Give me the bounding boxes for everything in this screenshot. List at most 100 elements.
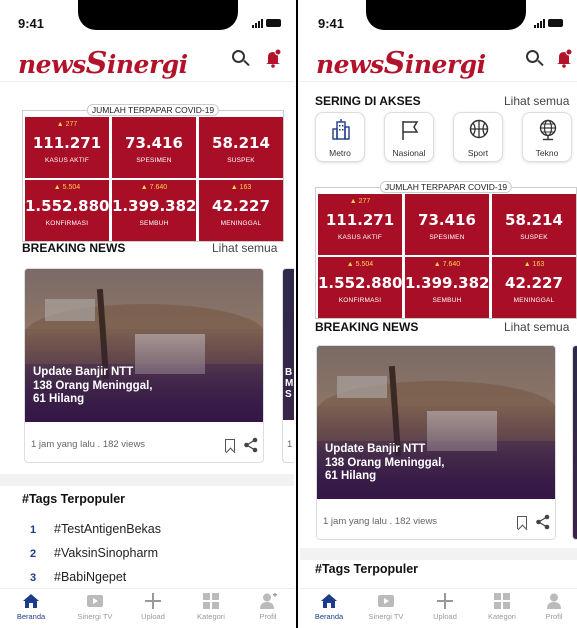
stat-value: 73.416 [125,134,183,152]
stat-cell-suspect: 58.214 SUSPEK [199,117,283,178]
nav-upload[interactable]: Upload [128,593,178,621]
plus-icon [437,593,453,609]
app-header: newsSinergi [0,38,294,82]
covid-caption: JUMLAH TERPAPAR COVID-19 [86,104,220,116]
status-time: 9:41 [18,16,45,31]
nav-kategori[interactable]: Kategori [477,593,527,621]
tag-rank: 2 [30,548,37,560]
stat-delta: ▲ 163 [523,261,545,268]
tag-text: #BabiNgepet [54,570,127,584]
grid-icon [494,593,510,609]
basketball-icon [469,119,489,139]
nav-label: Sinergi TV [368,612,404,621]
logo-lead: news [316,50,384,79]
news-card-peek[interactable] [572,345,577,540]
news-headline: Update Banjir NTT 138 Orang Meninggal, 6… [33,366,153,405]
profile-icon [260,593,277,609]
app-logo[interactable]: newsSinergi [18,46,188,81]
tag-item[interactable]: 3 #BabiNgepet [30,570,126,584]
nav-sinergi-tv[interactable]: Sinergi TV [361,593,411,621]
nav-beranda[interactable]: Beranda [6,593,56,621]
nav-label: Upload [141,612,165,621]
signal-icon [252,18,263,28]
stat-label: SPESIMEN [429,234,465,241]
nav-sinergi-tv[interactable]: Sinergi TV [70,593,120,621]
phone-screen-home: 9:41 newsSinergi JUMLAH TERPAPAR COVID-1… [0,0,294,628]
logo-cap: S [383,46,406,81]
category-tekno[interactable]: Tekno [522,112,572,162]
notification-bell-icon[interactable] [262,47,284,69]
battery-icon [266,19,281,28]
app-header: newsSinergi [300,38,577,82]
building-icon [332,119,350,140]
status-bar: 9:41 [300,0,577,36]
logo-lead: news [18,50,86,79]
stat-cell-specimen: 73.416 SPESIMEN [405,194,489,255]
category-nasional[interactable]: Nasional [384,112,434,162]
stat-cell-specimen: 73.416 SPESIMEN [112,117,196,178]
news-card[interactable]: Update Banjir NTT 138 Orang Meninggal, 6… [316,345,556,540]
category-label: Metro [329,148,351,158]
app-logo[interactable]: newsSinergi [316,46,486,81]
category-label: Tekno [535,148,559,158]
tag-rank: 3 [30,572,37,584]
nav-label: Upload [433,612,457,621]
tag-item[interactable]: 1 #TestAntigenBekas [30,522,161,536]
status-icons [534,17,563,29]
nav-beranda[interactable]: Beranda [304,593,354,621]
stat-value: 1.399.382 [112,197,197,215]
nav-profil[interactable]: Profil [243,593,293,621]
tv-icon [378,595,394,607]
search-icon[interactable] [232,50,250,68]
nav-upload[interactable]: Upload [420,593,470,621]
news-card-peek[interactable]: B M S 1 [282,268,294,463]
category-sport[interactable]: Sport [453,112,503,162]
logo-cap: S [85,46,108,81]
nav-kategori[interactable]: Kategori [186,593,236,621]
tags-title: #Tags Terpopuler [22,492,126,506]
breaking-see-all-link[interactable]: Lihat semua [504,320,569,334]
stat-label: SEMBUH [432,297,462,304]
stat-label: SUSPEK [227,157,255,164]
stat-value: 58.214 [212,134,270,152]
share-icon[interactable] [535,514,551,530]
news-photo: Update Banjir NTT 138 Orang Meninggal, 6… [317,346,555,499]
stat-value: 111.271 [32,134,102,152]
tag-text: #TestAntigenBekas [54,522,162,536]
frequent-see-all-link[interactable]: Lihat semua [504,94,569,108]
profile-icon [547,593,561,609]
stat-value: 42.227 [505,274,563,292]
stat-delta: ▲ 277 [349,198,371,205]
stat-value: 42.227 [212,197,270,215]
search-icon[interactable] [526,50,544,68]
nav-label: Beranda [314,612,344,621]
stat-delta: ▲ 5.504 [346,261,374,268]
status-bar: 9:41 [0,0,294,36]
status-time: 9:41 [318,16,345,31]
battery-icon [548,19,563,28]
breaking-see-all-link[interactable]: Lihat semua [212,241,277,255]
tag-item[interactable]: 2 #VaksinSinopharm [30,546,158,560]
stat-label: SEMBUH [139,220,169,227]
nav-profil[interactable]: Profil [534,593,574,621]
grid-icon [203,593,219,609]
home-icon [321,594,337,608]
section-separator [300,548,577,560]
news-card[interactable]: Update Banjir NTT 138 Orang Meninggal, 6… [24,268,264,463]
stat-cell-confirmed: ▲ 5.504 1.552.880 KONFIRMASI [25,180,109,241]
stat-label: MENINGGAL [220,220,262,227]
category-metro[interactable]: Metro [315,112,365,162]
stat-label: KONFIRMASI [338,297,382,304]
bookmark-icon[interactable] [225,439,235,452]
stat-cell-suspect: 58.214 SUSPEK [492,194,576,255]
share-icon[interactable] [243,437,259,453]
status-icons [252,17,281,29]
phone-screen-home-scrolled: 9:41 newsSinergi SERING DI AKSES Lihat s… [300,0,577,628]
bookmark-icon[interactable] [517,516,527,529]
category-label: Nasional [392,148,426,158]
breaking-news-title: BREAKING NEWS [315,320,419,334]
logo-tail: inergi [106,50,188,79]
news-photo: Update Banjir NTT 138 Orang Meninggal, 6… [25,269,263,422]
news-headline: Update Banjir NTT 138 Orang Meninggal, 6… [325,443,445,482]
notification-bell-icon[interactable] [553,47,575,69]
